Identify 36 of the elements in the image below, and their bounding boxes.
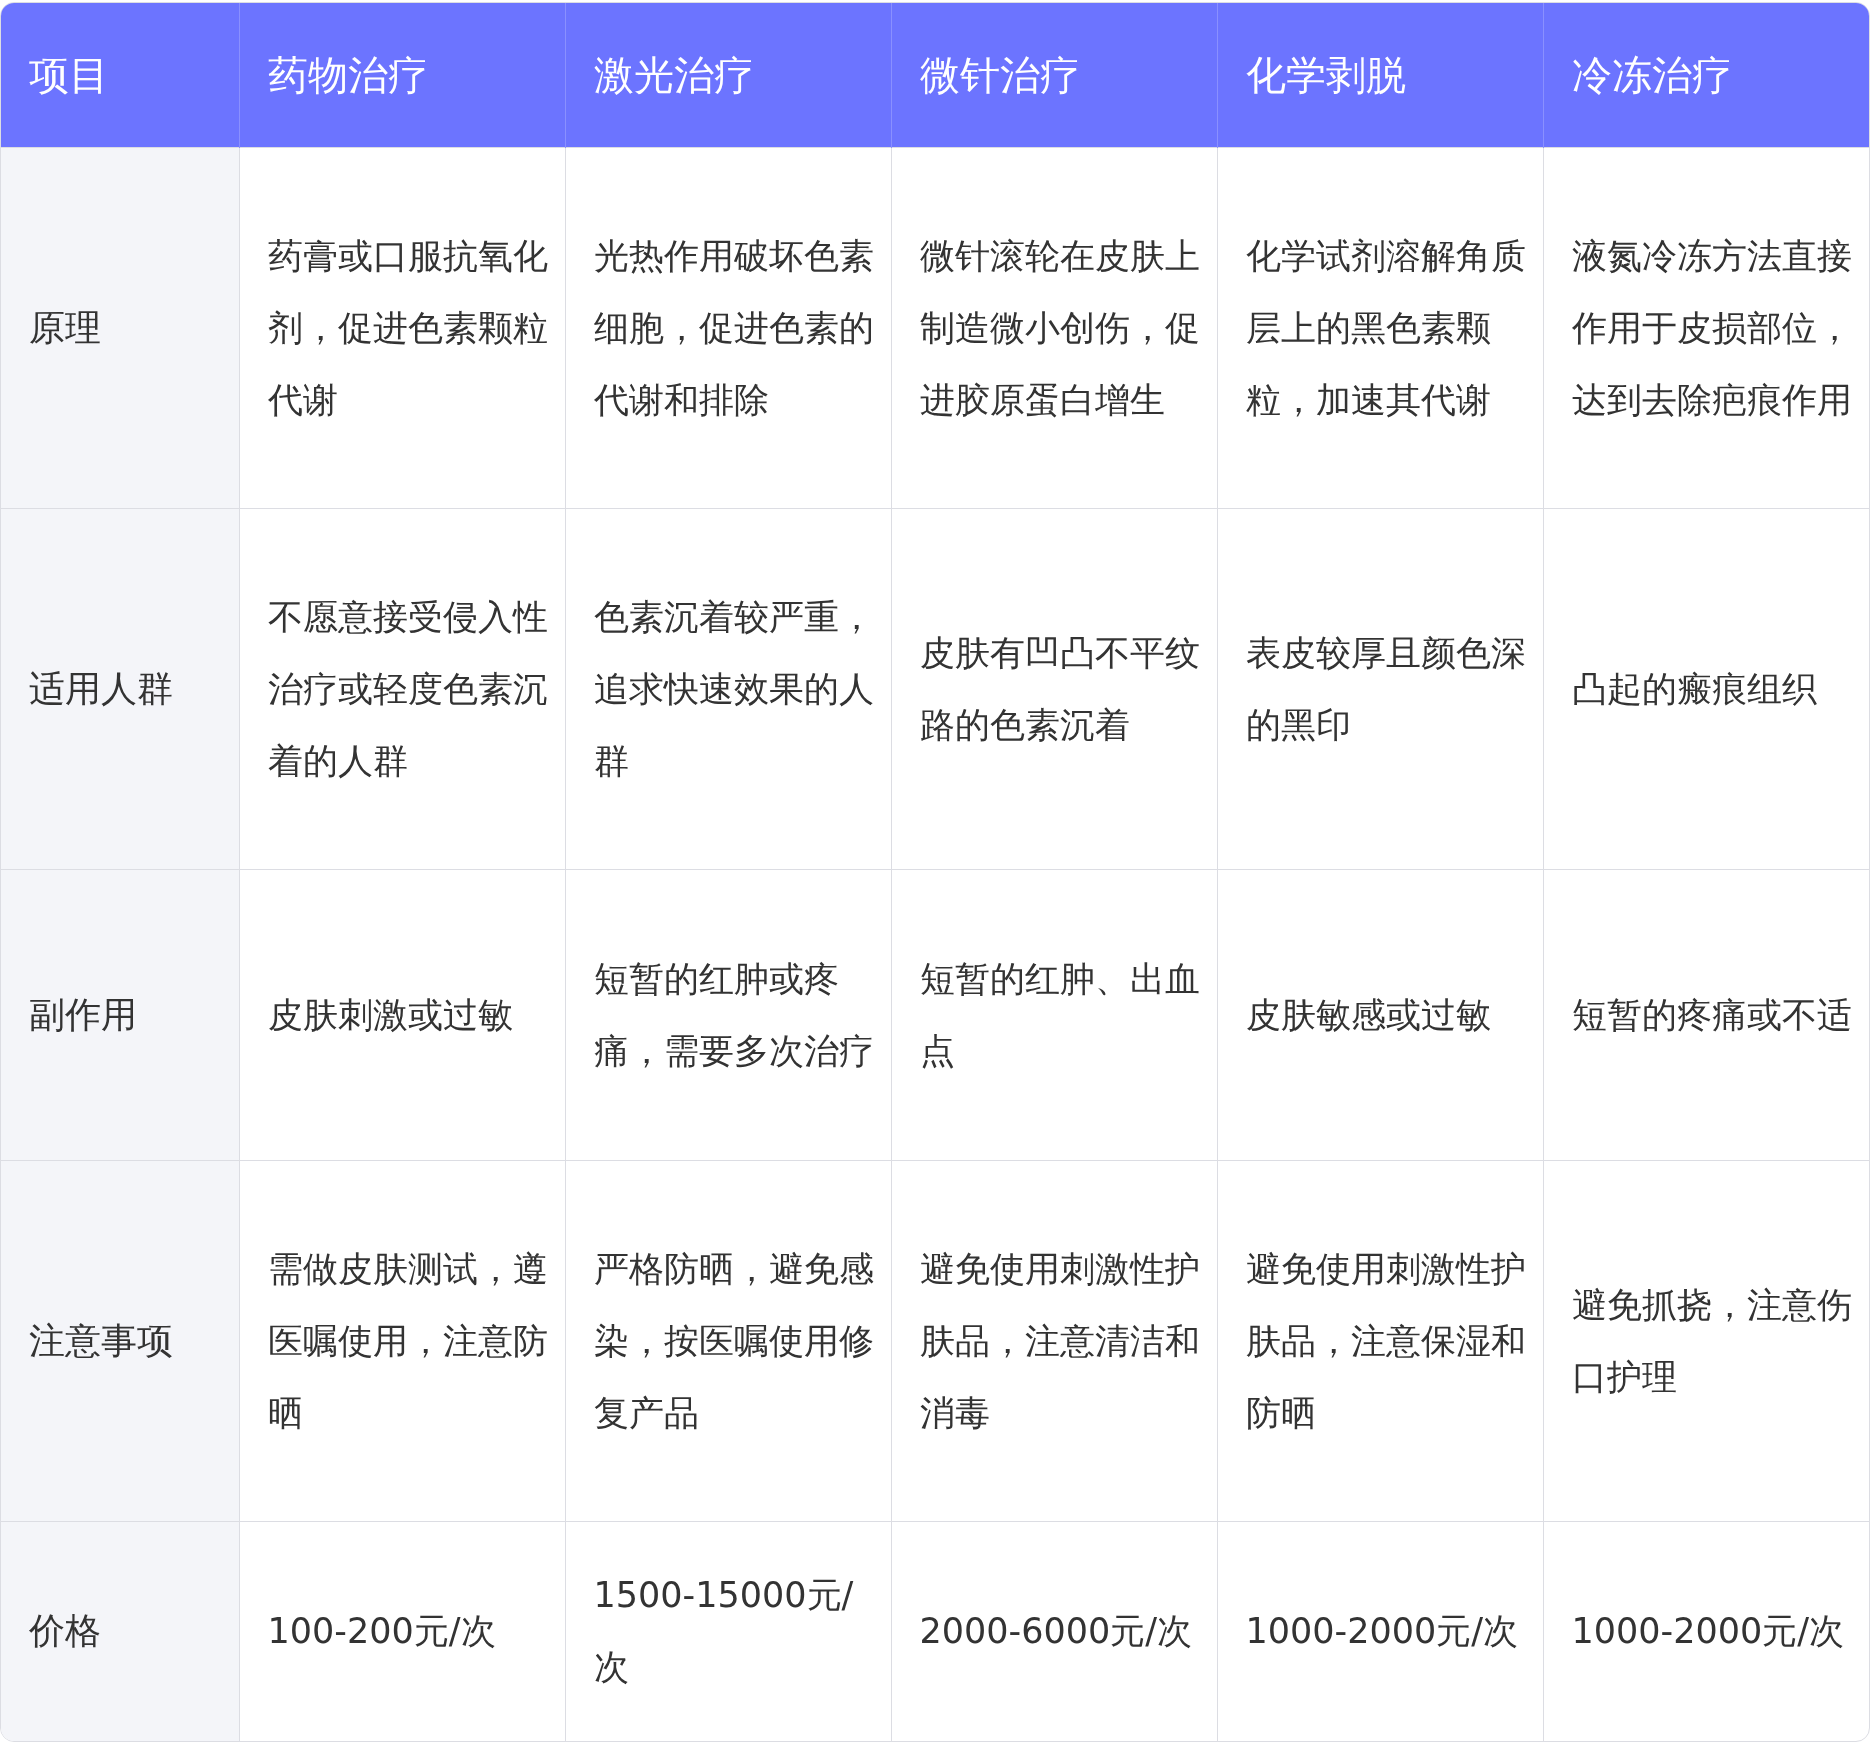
table-cell: 药膏或口服抗氧化剂，促进色素颗粒代谢 [239,147,565,509]
table-cell: 需做皮肤测试，遵医嘱使用，注意防晒 [239,1160,565,1522]
row-header: 适用人群 [1,508,239,870]
table-cell: 2000-6000元/次 [891,1521,1217,1741]
row-header: 价格 [1,1521,239,1741]
table-cell: 避免使用刺激性护肤品，注意保湿和防晒 [1217,1160,1543,1522]
table-cell: 避免使用刺激性护肤品，注意清洁和消毒 [891,1160,1217,1522]
table-cell: 凸起的瘢痕组织 [1543,508,1869,870]
row-header: 原理 [1,147,239,509]
column-header: 药物治疗 [239,3,565,148]
table-cell: 1000-2000元/次 [1217,1521,1543,1741]
table-cell: 皮肤有凹凸不平纹路的色素沉着 [891,508,1217,870]
column-header: 化学剥脱 [1217,3,1543,148]
table-cell: 短暂的红肿或疼痛，需要多次治疗 [565,869,891,1161]
column-header: 激光治疗 [565,3,891,148]
table-cell: 严格防晒，避免感染，按医嘱使用修复产品 [565,1160,891,1522]
column-header: 项目 [1,3,239,148]
table-cell: 100-200元/次 [239,1521,565,1741]
table-cell: 化学试剂溶解角质层上的黑色素颗粒，加速其代谢 [1217,147,1543,509]
table-cell: 短暂的疼痛或不适 [1543,869,1869,1161]
row-header: 注意事项 [1,1160,239,1522]
table-cell: 表皮较厚且颜色深的黑印 [1217,508,1543,870]
table-cell: 皮肤刺激或过敏 [239,869,565,1161]
table-cell: 微针滚轮在皮肤上制造微小创伤，促进胶原蛋白增生 [891,147,1217,509]
table-cell: 光热作用破坏色素细胞，促进色素的代谢和排除 [565,147,891,509]
table-cell: 色素沉着较严重，追求快速效果的人群 [565,508,891,870]
table-cell: 皮肤敏感或过敏 [1217,869,1543,1161]
table-cell: 不愿意接受侵入性治疗或轻度色素沉着的人群 [239,508,565,870]
row-header: 副作用 [1,869,239,1161]
column-header: 微针治疗 [891,3,1217,148]
column-header: 冷冻治疗 [1543,3,1869,148]
table-cell: 避免抓挠，注意伤口护理 [1543,1160,1869,1522]
table-cell: 1500-15000元/次 [565,1521,891,1741]
table-cell: 1000-2000元/次 [1543,1521,1869,1741]
table-cell: 短暂的红肿、出血点 [891,869,1217,1161]
table-cell: 液氮冷冻方法直接作用于皮损部位，达到去除疤痕作用 [1543,147,1869,509]
